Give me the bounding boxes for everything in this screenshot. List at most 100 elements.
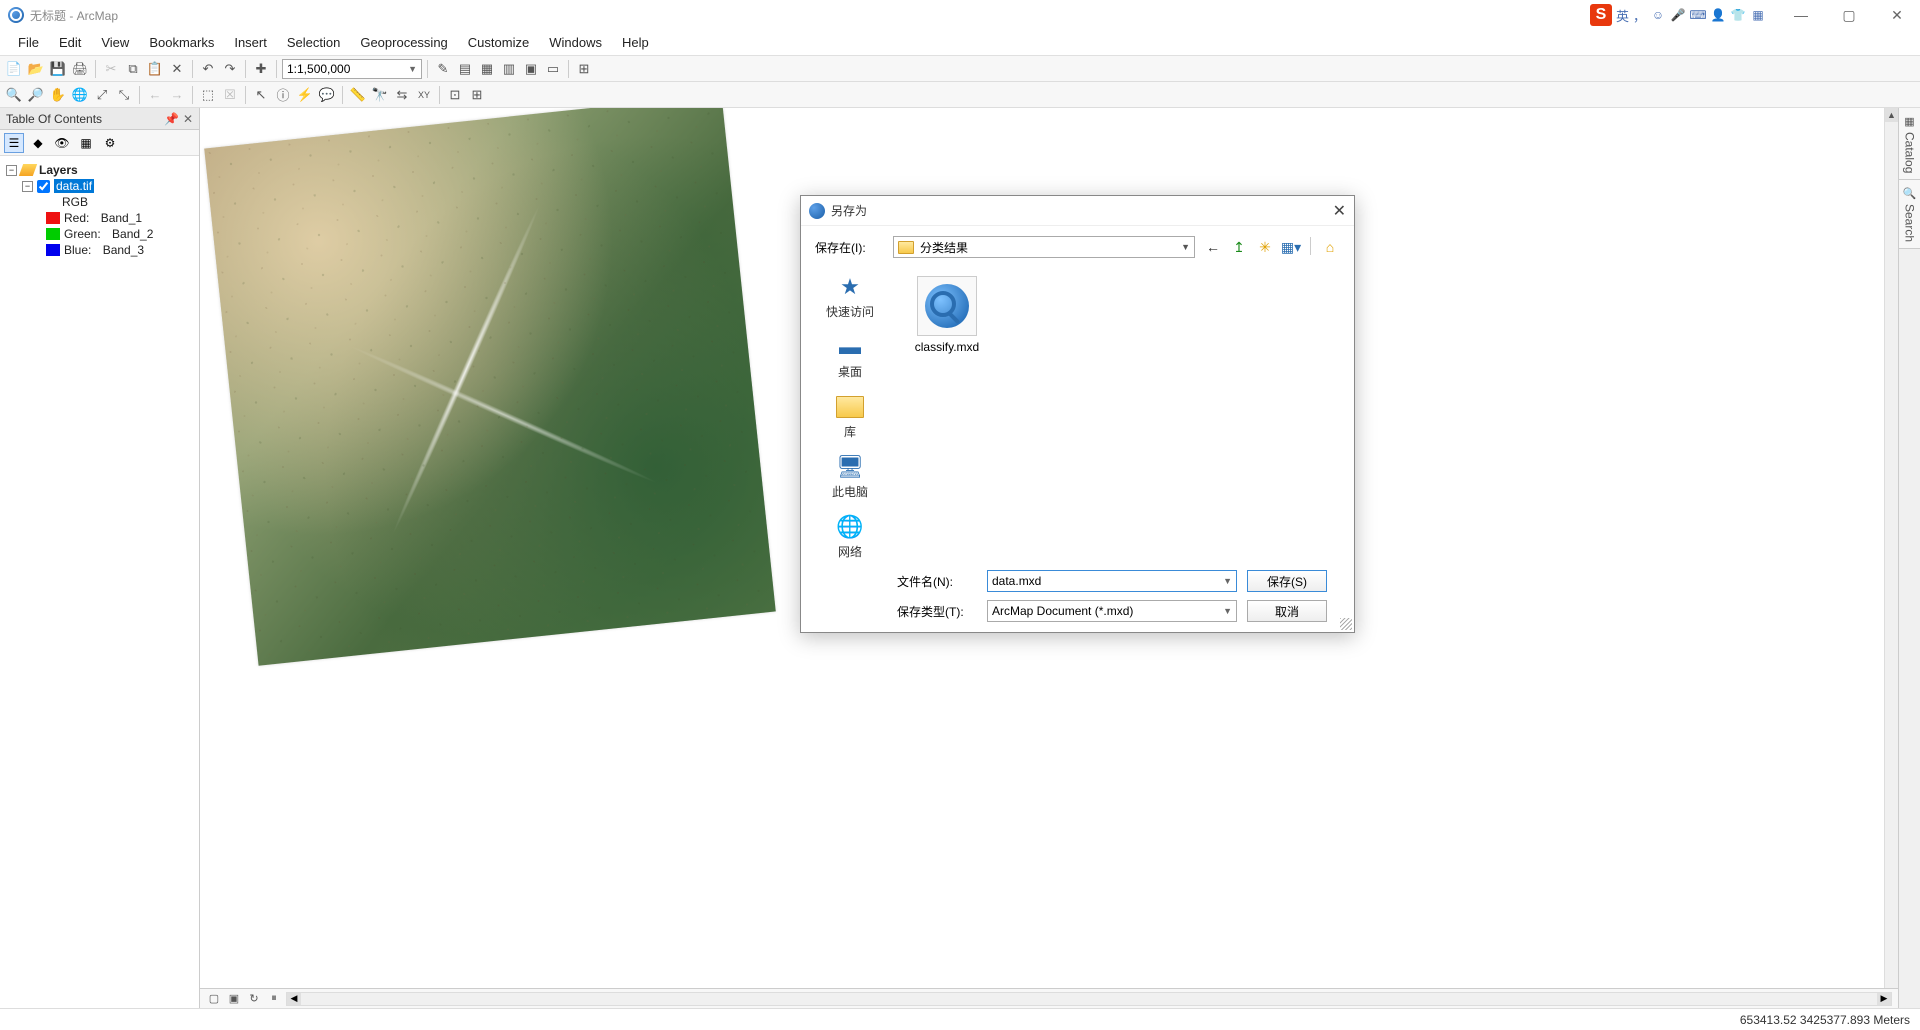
copy-button[interactable]: ⧉ <box>123 59 143 79</box>
new-folder-button[interactable]: ✳ <box>1255 237 1275 257</box>
select-features-button[interactable]: ⬚ <box>198 85 218 105</box>
catalog-window-button[interactable]: ▤ <box>455 59 475 79</box>
pause-drawing-button[interactable]: ⏸ <box>266 991 282 1007</box>
time-slider-button[interactable]: ⊞ <box>574 59 594 79</box>
zoom-out-button[interactable]: 🔎 <box>26 85 46 105</box>
cut-button[interactable]: ✂ <box>101 59 121 79</box>
fixed-zoom-in-button[interactable]: ⤢ <box>92 85 112 105</box>
pin-icon[interactable]: 📌 <box>164 112 179 126</box>
save-button[interactable]: 💾 <box>48 59 68 79</box>
menu-edit[interactable]: Edit <box>49 32 91 53</box>
map-scale-input[interactable]: 1:1,500,000 ▼ <box>282 59 422 79</box>
identify-button[interactable]: ⓘ <box>273 85 293 105</box>
cancel-button[interactable]: 取消 <box>1247 600 1327 622</box>
menu-customize[interactable]: Customize <box>458 32 539 53</box>
prev-extent-button[interactable]: ← <box>145 85 165 105</box>
print-button[interactable]: 🖨 <box>70 59 90 79</box>
layer-name[interactable]: data.tif <box>54 179 94 193</box>
resize-handle[interactable] <box>1340 618 1352 630</box>
menu-selection[interactable]: Selection <box>277 32 350 53</box>
tree-collapse-icon[interactable]: − <box>22 181 33 192</box>
list-by-selection-button[interactable]: ▦ <box>76 133 96 153</box>
refresh-button[interactable]: ↻ <box>246 991 262 1007</box>
full-extent-button[interactable]: 🌐 <box>70 85 90 105</box>
dialog-close-button[interactable]: ✕ <box>1316 201 1346 221</box>
catalog-tab[interactable]: ▦Catalog <box>1899 108 1920 180</box>
menu-view[interactable]: View <box>91 32 139 53</box>
ime-user-icon[interactable]: 👤 <box>1710 7 1726 23</box>
scroll-up-icon[interactable]: ▲ <box>1885 108 1898 122</box>
open-button[interactable]: 📂 <box>26 59 46 79</box>
layers-root[interactable]: Layers <box>39 163 78 177</box>
ime-grid-icon[interactable]: ▦ <box>1750 7 1766 23</box>
list-by-drawing-order-button[interactable]: ☰ <box>4 133 24 153</box>
place-desktop[interactable]: ▬ 桌面 <box>834 334 866 380</box>
home-button[interactable]: ⌂ <box>1320 237 1340 257</box>
place-this-pc[interactable]: 🖥 此电脑 <box>832 454 868 500</box>
filetype-dropdown[interactable]: ArcMap Document (*.mxd) ▼ <box>987 600 1237 622</box>
search-tab[interactable]: 🔍Search <box>1899 180 1920 249</box>
minimize-button[interactable]: — <box>1786 7 1816 24</box>
menu-geoprocessing[interactable]: Geoprocessing <box>350 32 457 53</box>
filename-input[interactable]: data.mxd ▼ <box>987 570 1237 592</box>
file-listing[interactable]: classify.mxd <box>897 268 1340 528</box>
menu-windows[interactable]: Windows <box>539 32 612 53</box>
viewer-window-button[interactable]: ⊡ <box>445 85 465 105</box>
fixed-zoom-out-button[interactable]: ⤡ <box>114 85 134 105</box>
place-network[interactable]: 🌐 网络 <box>834 514 866 560</box>
toc-close-icon[interactable]: ✕ <box>183 112 193 126</box>
zoom-in-button[interactable]: 🔍 <box>4 85 24 105</box>
map-vertical-scrollbar[interactable]: ▲ ▼ <box>1884 108 1898 1008</box>
ime-sogou-icon[interactable]: S <box>1590 4 1612 26</box>
dialog-titlebar[interactable]: 另存为 ✕ <box>801 196 1354 226</box>
ime-smiley-icon[interactable]: ☺ <box>1650 7 1666 23</box>
redo-button[interactable]: ↷ <box>220 59 240 79</box>
up-one-level-button[interactable]: ↥ <box>1229 237 1249 257</box>
file-item[interactable]: classify.mxd <box>902 272 992 358</box>
list-by-visibility-button[interactable]: 👁 <box>52 133 72 153</box>
magnifier-window-button[interactable]: ⊞ <box>467 85 487 105</box>
find-route-button[interactable]: ⇆ <box>392 85 412 105</box>
ime-shirt-icon[interactable]: 👕 <box>1730 7 1746 23</box>
delete-button[interactable]: ✕ <box>167 59 187 79</box>
layout-view-button[interactable]: ▣ <box>226 991 242 1007</box>
tree-collapse-icon[interactable]: − <box>6 165 17 176</box>
arctoolbox-button[interactable]: ▥ <box>499 59 519 79</box>
ime-mic-icon[interactable]: 🎤 <box>1670 7 1686 23</box>
menu-bookmarks[interactable]: Bookmarks <box>139 32 224 53</box>
ime-lang[interactable]: 英 <box>1616 6 1629 25</box>
back-button[interactable]: ← <box>1203 237 1223 257</box>
pointer-button[interactable]: ↖ <box>251 85 271 105</box>
pan-button[interactable]: ✋ <box>48 85 68 105</box>
menu-insert[interactable]: Insert <box>224 32 277 53</box>
close-button[interactable]: ✕ <box>1882 7 1912 24</box>
measure-button[interactable]: 📏 <box>348 85 368 105</box>
map-horizontal-scrollbar[interactable]: ◀ ▶ <box>286 992 1892 1006</box>
python-window-button[interactable]: ▣ <box>521 59 541 79</box>
scroll-right-icon[interactable]: ▶ <box>1877 993 1891 1005</box>
next-extent-button[interactable]: → <box>167 85 187 105</box>
list-by-source-button[interactable]: ◆ <box>28 133 48 153</box>
goto-xy-button[interactable]: XY <box>414 85 434 105</box>
editor-toolbar-button[interactable]: ✎ <box>433 59 453 79</box>
find-button[interactable]: 🔭 <box>370 85 390 105</box>
scroll-left-icon[interactable]: ◀ <box>287 993 301 1005</box>
options-button[interactable]: ⚙ <box>100 133 120 153</box>
undo-button[interactable]: ↶ <box>198 59 218 79</box>
html-popup-button[interactable]: 💬 <box>317 85 337 105</box>
data-view-button[interactable]: ▢ <box>206 991 222 1007</box>
paste-button[interactable]: 📋 <box>145 59 165 79</box>
place-libraries[interactable]: 库 <box>834 394 866 440</box>
add-data-button[interactable]: ✚ <box>251 59 271 79</box>
view-menu-button[interactable]: ▦▾ <box>1281 237 1301 257</box>
save-in-dropdown[interactable]: 分类结果 ▼ <box>893 236 1195 258</box>
place-quick-access[interactable]: ★ 快速访问 <box>826 274 874 320</box>
ime-keyboard-icon[interactable]: ⌨ <box>1690 7 1706 23</box>
menu-file[interactable]: File <box>8 32 49 53</box>
menu-help[interactable]: Help <box>612 32 659 53</box>
layer-visibility-checkbox[interactable] <box>37 180 50 193</box>
maximize-button[interactable]: ▢ <box>1834 7 1864 24</box>
search-window-button[interactable]: ▦ <box>477 59 497 79</box>
new-button[interactable]: 📄 <box>4 59 24 79</box>
save-button[interactable]: 保存(S) <box>1247 570 1327 592</box>
